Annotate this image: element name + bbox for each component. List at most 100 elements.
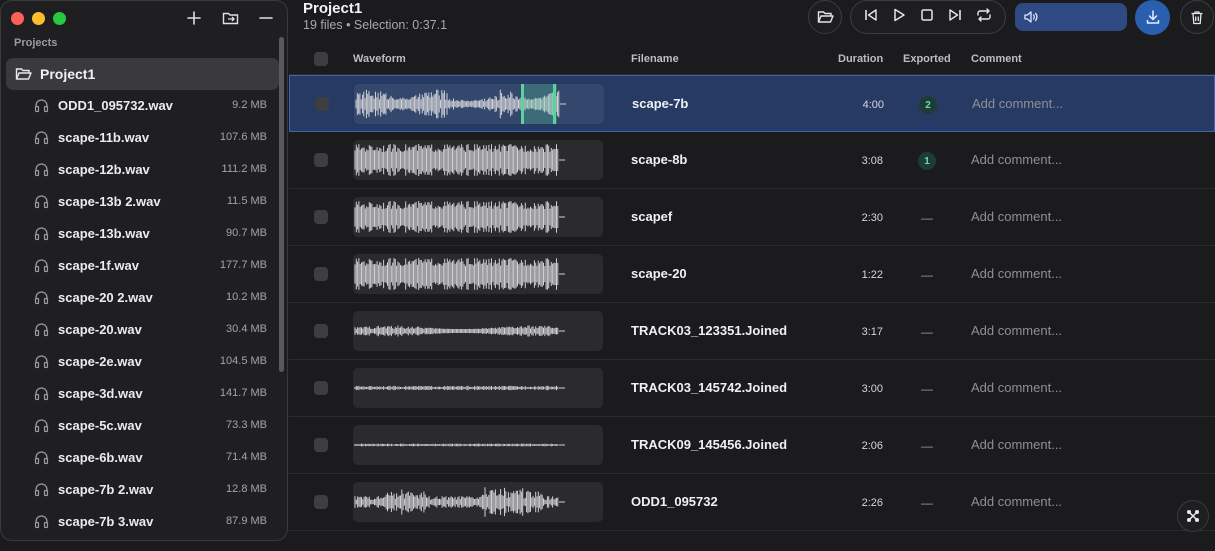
sidebar-file-item[interactable]: scape-6b.wav 71.4 MB bbox=[1, 441, 283, 473]
volume-slider[interactable] bbox=[1015, 3, 1127, 31]
sidebar-file-item[interactable]: scape-20 2.wav 10.2 MB bbox=[1, 281, 283, 313]
minimize-window-button[interactable] bbox=[32, 12, 45, 25]
remove-project-button[interactable] bbox=[255, 7, 277, 29]
row-checkbox[interactable] bbox=[314, 153, 328, 167]
skip-forward-button[interactable] bbox=[948, 8, 962, 27]
sidebar-file-item[interactable]: scape-5c.wav 73.3 MB bbox=[1, 409, 283, 441]
sidebar-file-size: 107.6 MB bbox=[219, 131, 267, 143]
waveform-preview[interactable] bbox=[353, 425, 603, 465]
loop-button[interactable] bbox=[976, 7, 992, 27]
export-button[interactable] bbox=[1135, 0, 1170, 35]
play-button[interactable] bbox=[892, 8, 906, 27]
sidebar-file-item[interactable]: scape-13b.wav 90.7 MB bbox=[1, 217, 283, 249]
row-exported-count: — bbox=[921, 439, 933, 453]
waveform-preview[interactable] bbox=[353, 197, 603, 237]
table-row[interactable]: scapef 2:30 — Add comment... bbox=[289, 189, 1215, 246]
row-checkbox[interactable] bbox=[314, 438, 328, 452]
waveform-preview[interactable] bbox=[353, 368, 603, 408]
sidebar-file-item[interactable]: scape-12b.wav 111.2 MB bbox=[1, 153, 283, 185]
row-comment-input[interactable]: Add comment... bbox=[971, 437, 1062, 452]
headphones-icon bbox=[34, 514, 49, 528]
sidebar-file-name: scape-2e.wav bbox=[58, 353, 142, 369]
table-row[interactable]: ODD1_095732 2:26 — Add comment... bbox=[289, 474, 1215, 531]
table-row[interactable]: scape-20 1:22 — Add comment... bbox=[289, 246, 1215, 303]
row-comment-input[interactable]: Add comment... bbox=[971, 380, 1062, 395]
sidebar-file-name: scape-20.wav bbox=[58, 321, 142, 337]
add-project-button[interactable] bbox=[183, 7, 205, 29]
sidebar-file-name: scape-20 2.wav bbox=[58, 289, 153, 305]
waveform-preview[interactable] bbox=[353, 140, 603, 180]
row-comment-input[interactable]: Add comment... bbox=[971, 323, 1062, 338]
row-checkbox[interactable] bbox=[314, 210, 328, 224]
waveform-preview[interactable] bbox=[353, 254, 603, 294]
row-comment-input[interactable]: Add comment... bbox=[971, 266, 1062, 281]
row-exported-count: — bbox=[921, 211, 933, 225]
row-checkbox[interactable] bbox=[314, 381, 328, 395]
row-checkbox[interactable] bbox=[315, 97, 329, 111]
table-row[interactable]: TRACK03_145742.Joined 3:00 — Add comment... bbox=[289, 360, 1215, 417]
grid-expand-icon bbox=[1187, 510, 1199, 522]
row-comment-input[interactable]: Add comment... bbox=[972, 96, 1063, 111]
headphones-icon bbox=[34, 354, 49, 368]
select-all-checkbox[interactable] bbox=[314, 52, 328, 66]
sidebar-project-item[interactable]: Project1 bbox=[6, 58, 279, 90]
open-folder-button[interactable] bbox=[808, 0, 842, 34]
table-row[interactable]: scape-8b 3:08 1 Add comment... bbox=[289, 132, 1215, 189]
column-header-duration[interactable]: Duration bbox=[838, 53, 883, 65]
sidebar-file-item[interactable]: scape-2e.wav 104.5 MB bbox=[1, 345, 283, 377]
headphones-icon bbox=[34, 386, 49, 400]
waveform-preview[interactable] bbox=[353, 482, 603, 522]
sidebar-file-name: scape-11b.wav bbox=[58, 129, 150, 145]
close-window-button[interactable] bbox=[11, 12, 24, 25]
row-exported-count: — bbox=[921, 382, 933, 396]
table-row[interactable]: TRACK09_145456.Joined 2:06 — Add comment... bbox=[289, 417, 1215, 474]
row-comment-input[interactable]: Add comment... bbox=[971, 494, 1062, 509]
delete-button[interactable] bbox=[1180, 0, 1214, 34]
sidebar-file-size: 11.5 MB bbox=[226, 195, 267, 207]
sidebar-file-item[interactable]: ODD1_095732.wav 9.2 MB bbox=[1, 89, 283, 121]
sidebar-scrollbar[interactable] bbox=[279, 37, 284, 372]
sidebar-file-name: scape-7b 3.wav bbox=[58, 513, 154, 529]
waveform-preview[interactable] bbox=[353, 311, 603, 351]
row-checkbox[interactable] bbox=[314, 324, 328, 338]
sidebar-file-item[interactable]: scape-3d.wav 141.7 MB bbox=[1, 377, 283, 409]
waveform-preview[interactable] bbox=[354, 84, 604, 124]
sidebar-file-name: scape-13b.wav bbox=[58, 225, 150, 241]
skip-back-button[interactable] bbox=[864, 8, 878, 27]
column-header-comment[interactable]: Comment bbox=[971, 53, 1022, 65]
headphones-icon bbox=[34, 418, 49, 432]
row-checkbox[interactable] bbox=[314, 495, 328, 509]
projects-section-label: Projects bbox=[14, 37, 58, 49]
minus-icon bbox=[259, 17, 273, 19]
sidebar-file-item[interactable]: scape-7b 3.wav 87.9 MB bbox=[1, 505, 283, 537]
row-comment-input[interactable]: Add comment... bbox=[971, 152, 1062, 167]
sidebar-file-item[interactable]: scape-7b 2.wav 12.8 MB bbox=[1, 473, 283, 505]
layout-toggle-button[interactable] bbox=[1177, 500, 1209, 532]
sidebar-file-item[interactable]: scape-20.wav 30.4 MB bbox=[1, 313, 283, 345]
maximize-window-button[interactable] bbox=[53, 12, 66, 25]
column-header-exported[interactable]: Exported bbox=[903, 53, 951, 65]
table-row[interactable]: TRACK03_123351.Joined 3:17 — Add comment... bbox=[289, 303, 1215, 360]
sidebar-file-name: scape-7b 2.wav bbox=[58, 481, 154, 497]
row-duration: 2:06 bbox=[861, 440, 883, 452]
row-checkbox[interactable] bbox=[314, 267, 328, 281]
sidebar-file-name: scape-12b.wav bbox=[58, 161, 150, 177]
table-row[interactable]: scape-7b 4:00 2 Add comment... bbox=[289, 75, 1215, 132]
transport-controls bbox=[850, 0, 1006, 34]
stop-button[interactable] bbox=[920, 8, 934, 27]
column-header-waveform[interactable]: Waveform bbox=[353, 53, 406, 65]
headphones-icon bbox=[34, 98, 49, 112]
sidebar-file-item[interactable]: scape-13b 2.wav 11.5 MB bbox=[1, 185, 283, 217]
sidebar-file-size: 177.7 MB bbox=[219, 259, 267, 271]
trash-icon bbox=[1191, 10, 1203, 24]
import-folder-button[interactable] bbox=[219, 7, 241, 29]
sidebar-file-item[interactable]: scape-11b.wav 107.6 MB bbox=[1, 121, 283, 153]
column-header-filename[interactable]: Filename bbox=[631, 53, 679, 65]
headphones-icon bbox=[34, 258, 49, 272]
sidebar-file-name: scape-5c.wav bbox=[58, 417, 142, 433]
sidebar-file-item[interactable]: scape-1f.wav 177.7 MB bbox=[1, 249, 283, 281]
sidebar-file-name: scape-6b.wav bbox=[58, 449, 143, 465]
sidebar-file-name: scape-13b 2.wav bbox=[58, 193, 161, 209]
row-comment-input[interactable]: Add comment... bbox=[971, 209, 1062, 224]
row-filename: scape-7b bbox=[632, 96, 689, 111]
